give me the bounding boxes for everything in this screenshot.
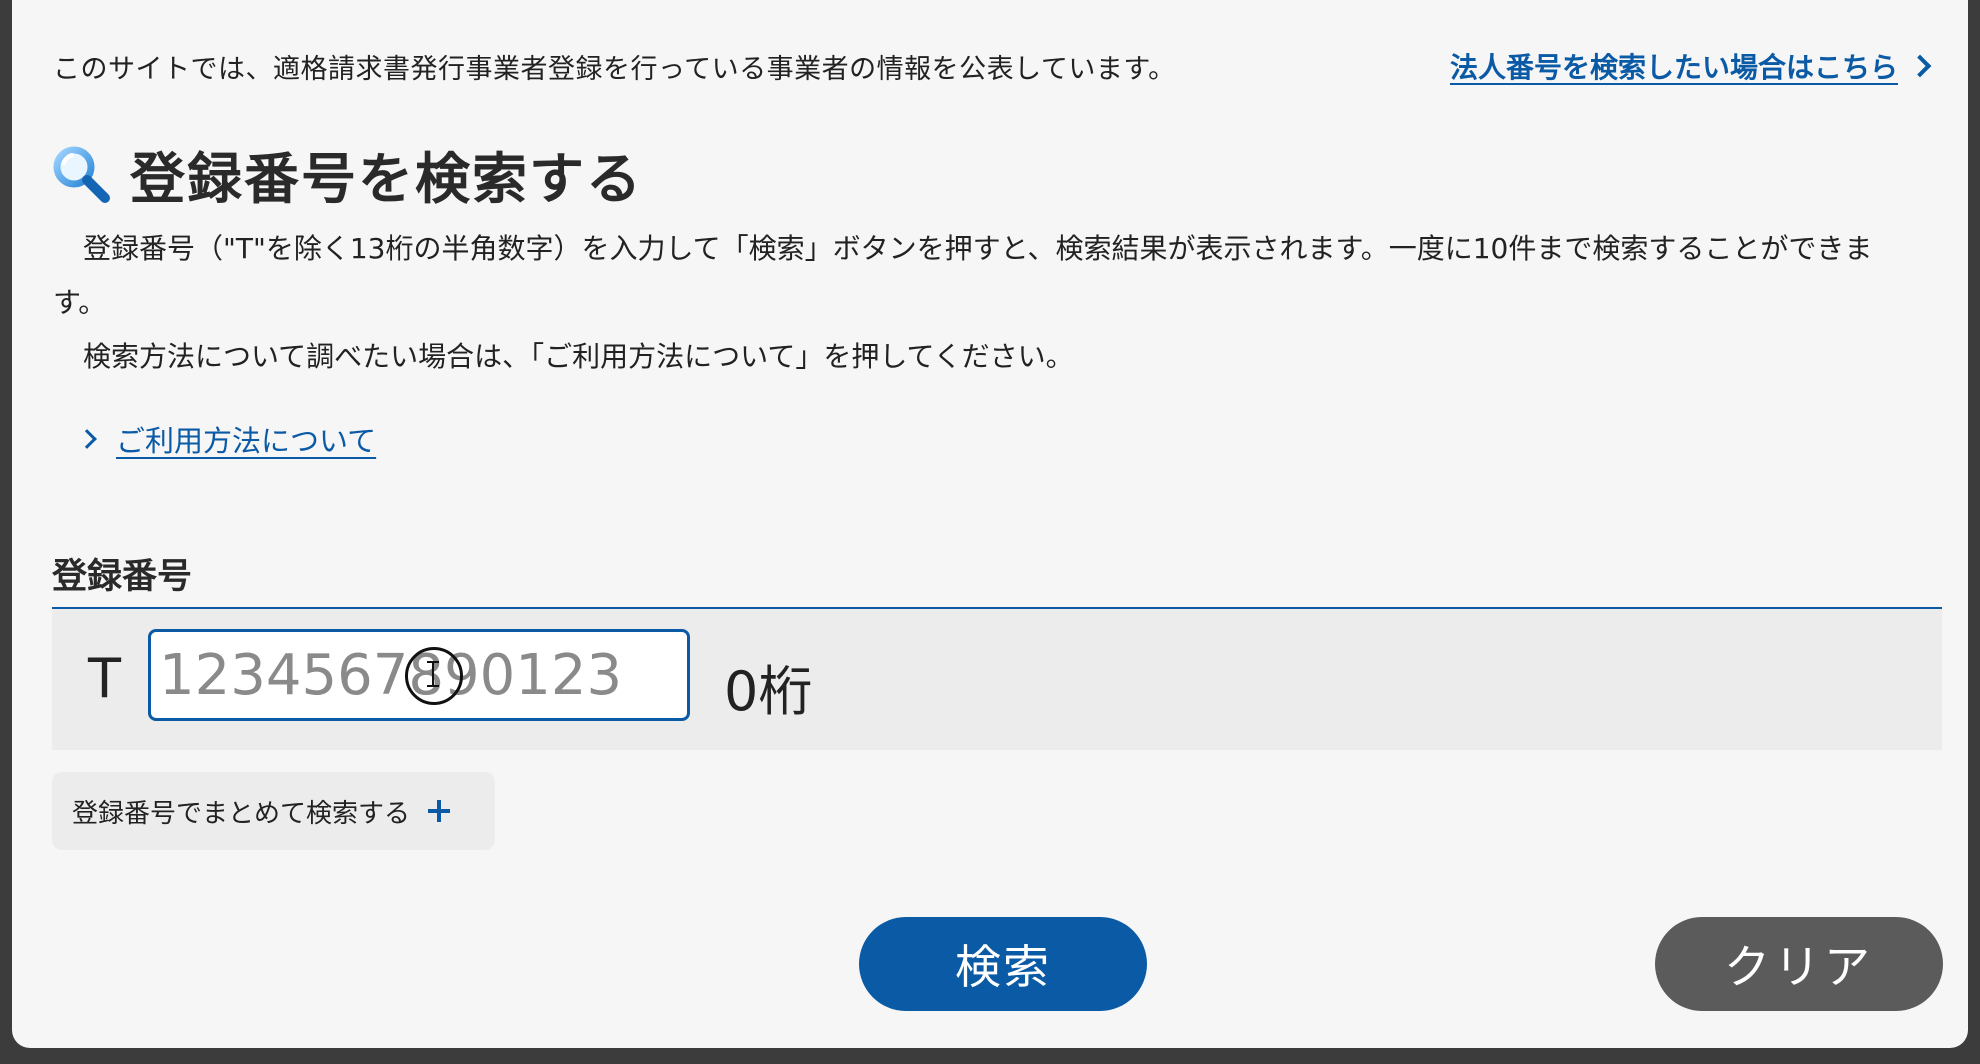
text-cursor-icon	[427, 661, 439, 687]
t-prefix: T	[88, 647, 121, 710]
section-heading: 登録番号を検索する	[50, 134, 643, 214]
registration-number-label: 登録番号	[52, 557, 193, 597]
intro-text: このサイトでは、適格請求書発行事業者登録を行っている事業者の情報を公表しています…	[53, 53, 1176, 85]
registration-number-panel: T 0桁	[52, 607, 1942, 750]
bulk-search-label: 登録番号でまとめて検索する	[72, 798, 411, 829]
magnifier-icon	[53, 146, 110, 203]
search-description: 登録番号（"T"を除く13桁の半角数字）を入力して「検索」ボタンを押すと、検索結…	[53, 222, 1913, 384]
description-paragraph-2: 検索方法について調べたい場合は、「ご利用方法について」を押してください。	[83, 340, 1074, 373]
digit-count: 0桁	[724, 660, 813, 723]
mouse-cursor-ring	[405, 647, 463, 705]
corporate-number-search-link[interactable]: 法人番号を検索したい場合はこちら	[1449, 46, 1932, 86]
chevron-right-icon	[1908, 54, 1932, 78]
description-paragraph-1: 登録番号（"T"を除く13桁の半角数字）を入力して「検索」ボタンを押すと、検索結…	[53, 232, 1873, 319]
usage-guide-link-label: ご利用方法について	[116, 424, 377, 458]
clear-button[interactable]: クリア	[1655, 917, 1943, 1011]
chevron-right-icon	[77, 429, 97, 449]
usage-guide-link[interactable]: ご利用方法について	[77, 418, 377, 460]
top-row: このサイトでは、適格請求書発行事業者登録を行っている事業者の情報を公表しています…	[53, 46, 1932, 86]
search-button[interactable]: 検索	[859, 917, 1147, 1011]
page-title: 登録番号を検索する	[130, 147, 644, 211]
corporate-number-link-label: 法人番号を検索したい場合はこちら	[1449, 51, 1898, 84]
search-card: このサイトでは、適格請求書発行事業者登録を行っている事業者の情報を公表しています…	[12, 0, 1968, 1048]
plus-icon	[428, 800, 451, 822]
bulk-search-toggle-button[interactable]: 登録番号でまとめて検索する	[52, 772, 495, 850]
